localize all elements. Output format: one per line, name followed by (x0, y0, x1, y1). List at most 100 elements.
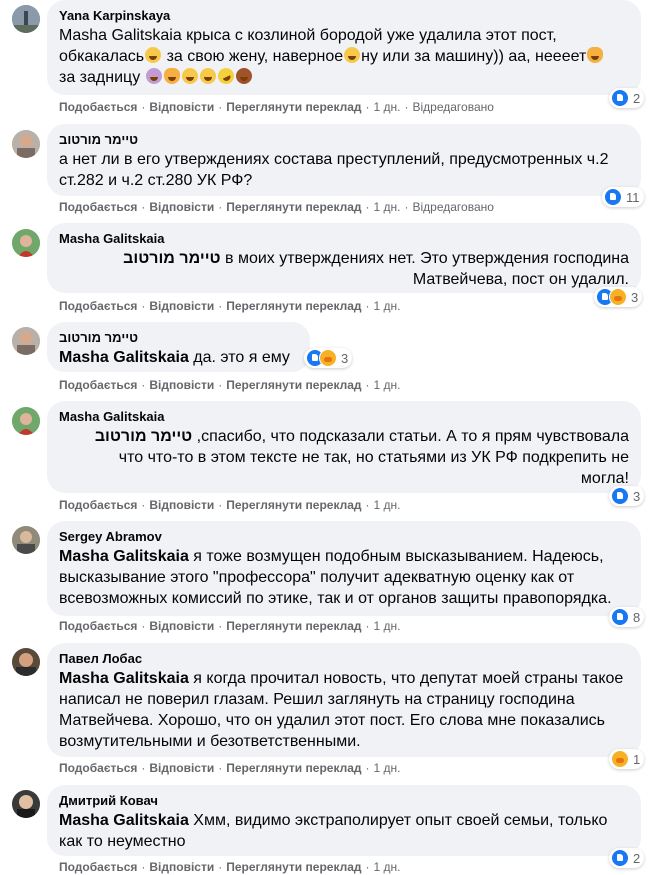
timestamp[interactable]: 1 дн. (374, 100, 401, 114)
laughing-emoji-icon (181, 68, 198, 84)
avatar[interactable] (12, 5, 40, 33)
separator: · (141, 200, 146, 214)
reaction-summary[interactable]: 3 (594, 287, 643, 307)
see-translation-button[interactable]: Переглянути переклад (226, 860, 361, 874)
laughing-emoji-icon (145, 47, 162, 63)
timestamp[interactable]: 1 дн. (374, 200, 401, 214)
comment-bubble: טיימר מורטוב а нет ли в его утверждениях… (47, 124, 641, 196)
separator: · (218, 860, 223, 874)
laughing-emoji-icon (344, 47, 361, 63)
see-translation-button[interactable]: Переглянути переклад (226, 761, 361, 775)
see-translation-button[interactable]: Переглянути переклад (226, 299, 361, 313)
like-button[interactable]: Подобається (59, 860, 137, 874)
avatar[interactable] (12, 648, 40, 676)
mention-link[interactable]: Masha Galitskaia (59, 670, 189, 687)
comment-text-line: что что-то в этом тексте не так, но стат… (118, 449, 629, 466)
see-translation-button[interactable]: Переглянути переклад (226, 378, 361, 392)
timestamp[interactable]: 1 дн. (374, 619, 401, 633)
see-translation-button[interactable]: Переглянути переклад (226, 498, 361, 512)
timestamp[interactable]: 1 дн. (374, 498, 401, 512)
comment-actions: Подобається · Відповісти · Переглянути перек… (59, 377, 401, 393)
mention-link[interactable]: טיימר מורטוב (123, 250, 220, 267)
separator: · (365, 299, 370, 313)
timestamp[interactable]: 1 дн. (374, 761, 401, 775)
reply-button[interactable]: Відповісти (149, 200, 214, 214)
reply-button[interactable]: Відповісти (149, 498, 214, 512)
comment-author[interactable]: Дмитрий Ковач (59, 792, 629, 809)
care-icon (319, 349, 337, 367)
comment-text-line: .Матвейчева, пост он удалил (412, 271, 629, 288)
comment-author[interactable]: Masha Galitskaia (59, 408, 629, 425)
comment-author[interactable]: טיימר מורטוב (59, 131, 629, 148)
avatar[interactable] (12, 526, 40, 554)
reply-button[interactable]: Відповісти (149, 619, 214, 633)
see-translation-button[interactable]: Переглянути переклад (226, 200, 361, 214)
avatar[interactable] (12, 130, 40, 158)
like-button[interactable]: Подобається (59, 761, 137, 775)
separator: · (365, 378, 370, 392)
timestamp[interactable]: 1 дн. (374, 378, 401, 392)
timestamp[interactable]: 1 дн. (374, 299, 401, 313)
like-button[interactable]: Подобається (59, 498, 137, 512)
see-translation-button[interactable]: Переглянути переклад (226, 100, 361, 114)
timestamp[interactable]: 1 дн. (374, 860, 401, 874)
avatar[interactable] (12, 327, 40, 355)
comment-text: а нет ли в его утверждениях состава прес… (59, 151, 609, 189)
separator: · (141, 299, 146, 313)
comment-text-line: Masha Galitskaia крыса с козлиной бородо… (59, 27, 557, 44)
separator: · (141, 100, 146, 114)
see-translation-button[interactable]: Переглянути переклад (226, 619, 361, 633)
like-button[interactable]: Подобається (59, 100, 137, 114)
edited-label[interactable]: Відредаговано (413, 100, 494, 114)
like-button[interactable]: Подобається (59, 299, 137, 313)
comment-text: в моих утверждениях нет. Это утверждения… (59, 248, 629, 290)
separator: · (404, 200, 409, 214)
like-button[interactable]: Подобається (59, 200, 137, 214)
comment-author[interactable]: Павел Лобас (59, 650, 629, 667)
avatar[interactable] (12, 407, 40, 435)
reaction-count: 2 (633, 850, 641, 866)
like-icon (611, 89, 629, 107)
reaction-summary[interactable]: 8 (609, 607, 645, 627)
comment-bubble: Павел Лобас Masha Galitskaia я когда про… (47, 643, 641, 757)
comment-author[interactable]: Masha Galitskaia (59, 230, 629, 247)
reaction-summary[interactable]: 3 (609, 486, 645, 506)
reply-button[interactable]: Відповісти (149, 100, 214, 114)
comment-bubble: Masha Galitskaia в моих утверждениях нет… (47, 223, 641, 293)
avatar[interactable] (12, 790, 40, 818)
comment-text-line: в моих утверждениях нет. Это утверждения… (225, 250, 629, 267)
reaction-summary[interactable]: 11 (602, 187, 644, 207)
mention-link[interactable]: Masha Galitskaia (59, 548, 189, 565)
edited-label[interactable]: Відредаговано (413, 200, 494, 214)
comment-text-line: !могла (580, 470, 629, 487)
separator: · (365, 100, 370, 114)
reaction-summary[interactable]: 2 (609, 88, 645, 108)
comment-actions: Подобається · Відповісти · Переглянути перек… (59, 497, 401, 513)
reply-button[interactable]: Відповісти (149, 299, 214, 313)
mention-link[interactable]: Masha Galitskaia (59, 812, 189, 829)
separator: · (218, 100, 223, 114)
comment-text-line: да. это я ему (193, 349, 290, 366)
mention-link[interactable]: Masha Galitskaia (59, 349, 189, 366)
reaction-summary[interactable]: 1 (609, 749, 645, 769)
reaction-summary[interactable]: 2 (609, 848, 645, 868)
reply-button[interactable]: Відповісти (149, 860, 214, 874)
like-icon (604, 188, 622, 206)
comment-author[interactable]: Sergey Abramov (59, 528, 629, 545)
reply-button[interactable]: Відповісти (149, 761, 214, 775)
like-button[interactable]: Подобається (59, 619, 137, 633)
avatar[interactable] (12, 229, 40, 257)
like-button[interactable]: Подобається (59, 378, 137, 392)
comment-text: спасибо, что подсказали статьи. А то я п… (59, 426, 629, 489)
comment-text-line: ну или за машину)) аа, неееет (361, 48, 587, 65)
comment-author[interactable]: טיימר מורטוב (59, 329, 298, 346)
mention-link[interactable]: טיימר מורטוב (95, 428, 192, 445)
comment-author[interactable]: Yana Karpinskaya (59, 7, 629, 24)
reply-button[interactable]: Відповісти (149, 378, 214, 392)
reaction-count: 1 (633, 751, 641, 767)
person-facepalm-emoji-icon (145, 68, 162, 84)
reaction-summary[interactable]: 3 (304, 348, 353, 368)
comment-bubble: טיימר מורטוב Masha Galitskaia да. это я … (47, 322, 310, 372)
separator: · (218, 498, 223, 512)
separator: · (141, 619, 146, 633)
